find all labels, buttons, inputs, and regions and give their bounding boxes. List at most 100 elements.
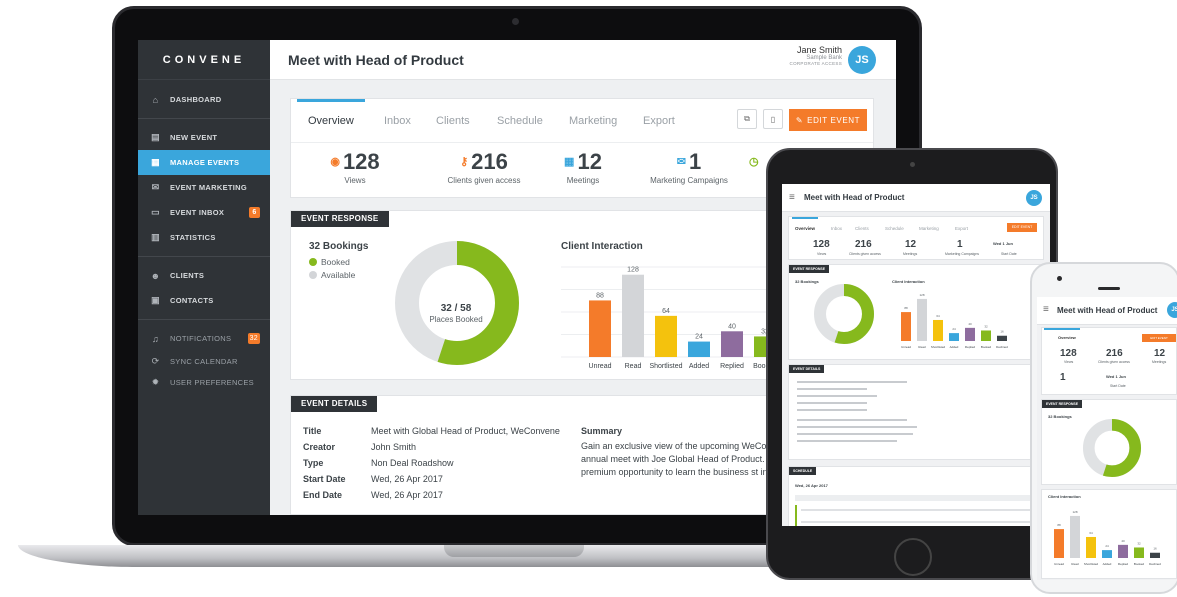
phone-tab-overview[interactable]: Overview [1058, 335, 1076, 340]
bar-replied[interactable] [965, 327, 975, 341]
summary-title: Summary [581, 426, 623, 436]
sidebar-item-clients[interactable]: ☻ CLIENTS [138, 263, 270, 288]
bar-unread[interactable] [589, 300, 611, 357]
bar-value-label: 88 [596, 292, 604, 299]
sidebar-item-user-preferences[interactable]: ✹ USER PREFERENCES [138, 372, 270, 393]
chart-title: Client Interaction [561, 241, 643, 252]
phone-edit-event-button[interactable]: EDIT EVENT [1142, 334, 1176, 342]
laptop-notch [444, 545, 584, 557]
bar-booked[interactable] [981, 330, 991, 341]
tablet-event-details-card: EVENT DETAILS [788, 364, 1044, 460]
tablet-active-tab-indicator [792, 217, 818, 219]
text-line [797, 409, 867, 411]
tab-marketing[interactable]: Marketing [569, 115, 617, 127]
bar-declined[interactable] [1150, 552, 1160, 558]
sidebar-item-statistics[interactable]: ▥ STATISTICS [138, 225, 270, 250]
sidebar-item-new-event[interactable]: ▤ NEW EVENT [138, 125, 270, 150]
phone-avatar[interactable]: JS [1167, 302, 1177, 318]
clock-icon: ◷ [749, 156, 759, 168]
text-line [797, 381, 907, 383]
sidebar-item-notifications[interactable]: ♫ NOTIFICATIONS 32 [138, 326, 270, 351]
tab-schedule[interactable]: Schedule [497, 115, 543, 127]
tablet-tab-schedule[interactable]: Schedule [885, 226, 904, 231]
phone-camera [1057, 276, 1062, 281]
bar-read[interactable] [622, 274, 644, 357]
bar-replied[interactable] [721, 331, 743, 357]
tablet-tab-inbox[interactable]: Inbox [831, 226, 842, 231]
bar-read[interactable] [917, 298, 927, 341]
tablet-overview-card: Overview Inbox Clients Schedule Marketin… [788, 216, 1044, 260]
bar-category-label: Shortlisted [1084, 562, 1099, 566]
text-line [797, 440, 897, 442]
tablet-start-date: Wed 1 Jun [993, 241, 1013, 246]
tab-clients[interactable]: Clients [436, 115, 470, 127]
sidebar-item-dashboard[interactable]: ⌂ DASHBOARD [138, 87, 270, 112]
hamburger-icon[interactable]: ≡ [789, 192, 795, 203]
sidebar-item-event-marketing[interactable]: ✉ EVENT MARKETING [138, 175, 270, 200]
convene-logo[interactable]: CONVENE [138, 40, 270, 80]
phone-stat-views: 128 [1060, 348, 1077, 359]
tablet-bookings-donut [814, 284, 874, 344]
schedule-row[interactable] [801, 509, 1031, 511]
bar-added[interactable] [688, 341, 710, 357]
tablet-section-tag: EVENT DETAILS [789, 365, 825, 373]
bar-category-label: Shortlisted [931, 345, 946, 349]
tab-overview[interactable]: Overview [308, 115, 354, 127]
phone-header: ≡ Meet with Head of Product JS [1037, 297, 1177, 325]
stat-meetings: ▦ 12 Meetings [564, 149, 602, 185]
sidebar-item-manage-events[interactable]: ▦ MANAGE EVENTS [138, 150, 270, 175]
trash-icon[interactable]: ▯ [763, 109, 783, 129]
bar-unread[interactable] [1054, 529, 1064, 558]
sidebar-item-sync-calendar[interactable]: ⟳ SYNC CALENDAR [138, 351, 270, 372]
phone-event-response-card: EVENT RESPONSE 32 Bookings [1041, 399, 1177, 485]
section-tag-event-response: EVENT RESPONSE [291, 211, 389, 227]
text-line [797, 419, 907, 421]
phone-stat-clients: 216 [1106, 348, 1123, 359]
bar-category-label: Read [1071, 562, 1079, 566]
bar-shortlisted[interactable] [933, 319, 943, 341]
schedule-row[interactable] [801, 521, 1031, 523]
tablet-edit-event-button[interactable]: EDIT EVENT [1007, 223, 1037, 232]
sidebar-item-event-inbox[interactable]: ▭ EVENT INBOX 6 [138, 200, 270, 225]
bookings-title: 32 Bookings [309, 241, 369, 252]
bar-declined[interactable] [997, 335, 1007, 341]
tablet-event-response-card: EVENT RESPONSE 32 Bookings Client Intera… [788, 264, 1044, 360]
bar-value-label: 24 [952, 327, 956, 331]
bar-value-label: 40 [728, 323, 736, 330]
tablet-tab-marketing[interactable]: Marketing [919, 226, 939, 231]
home-icon: ⌂ [152, 94, 159, 105]
user-info[interactable]: Jane Smith Sample Bank CORPORATE ACCESS [790, 45, 842, 66]
bar-booked[interactable] [1134, 547, 1144, 558]
phone-start-date: Wed 1 Jun [1106, 374, 1126, 379]
stat-clients-access: ⚷ 216 Clients given access [447, 149, 521, 185]
tablet-stat-meetings: 12 [905, 239, 917, 250]
tablet-tab-overview[interactable]: Overview [795, 226, 815, 231]
avatar[interactable]: JS [848, 46, 876, 74]
bar-category-label: Replied [1118, 562, 1129, 566]
user-role: CORPORATE ACCESS [789, 61, 842, 66]
eye-icon: ◉ [330, 156, 340, 168]
tablet-avatar[interactable]: JS [1026, 190, 1042, 206]
hamburger-icon[interactable]: ≡ [1043, 304, 1049, 315]
sync-icon: ⟳ [151, 356, 160, 366]
tablet-tab-clients[interactable]: Clients [855, 226, 869, 231]
tablet-tab-export[interactable]: Export [955, 226, 968, 231]
bar-category-label: Unread [1054, 562, 1064, 566]
bar-category-label: Booked [981, 345, 992, 349]
bar-replied[interactable] [1118, 544, 1128, 558]
bar-read[interactable] [1070, 515, 1080, 558]
bar-added[interactable] [949, 333, 959, 341]
bar-shortlisted[interactable] [1086, 536, 1096, 558]
calendar-icon: ▦ [564, 156, 575, 168]
bar-added[interactable] [1102, 550, 1112, 558]
bar-unread[interactable] [901, 312, 911, 341]
bar-shortlisted[interactable] [655, 315, 677, 357]
tab-inbox[interactable]: Inbox [384, 115, 411, 127]
tab-export[interactable]: Export [643, 115, 675, 127]
copy-icon[interactable]: ⧉ [737, 109, 757, 129]
edit-event-button[interactable]: ✎ EDIT EVENT [789, 109, 867, 131]
bar-value-label: 40 [968, 322, 972, 326]
edit-icon: ✎ [795, 115, 804, 125]
page-title: Meet with Head of Product [288, 52, 464, 68]
sidebar-item-contacts[interactable]: ▣ CONTACTS [138, 288, 270, 313]
